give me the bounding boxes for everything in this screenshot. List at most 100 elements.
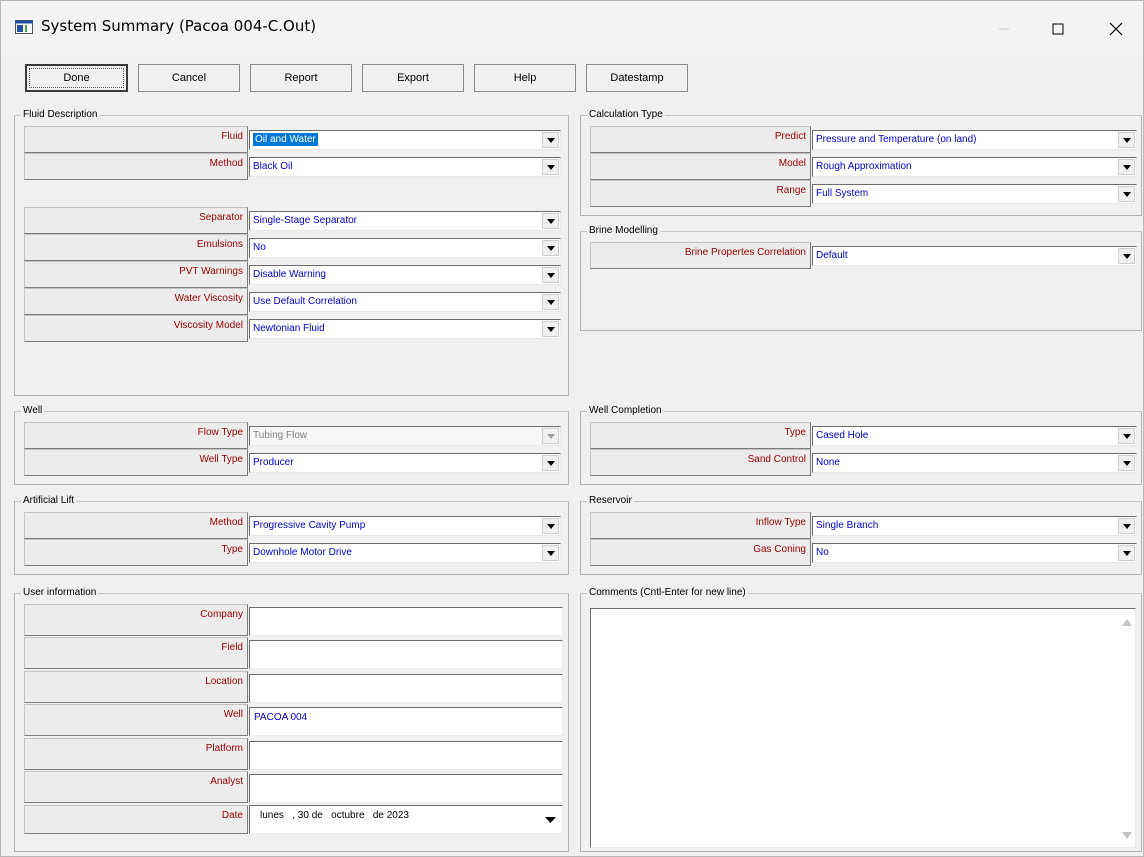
combo-value: Full System bbox=[816, 188, 869, 199]
pvt-warnings-label: PVT Warnings bbox=[24, 261, 248, 288]
combo-value: Tubing Flow bbox=[253, 430, 308, 441]
platform-input[interactable] bbox=[249, 741, 563, 770]
field-label: Field bbox=[24, 637, 248, 669]
range-label: Range bbox=[590, 180, 811, 207]
chevron-down-icon[interactable] bbox=[1118, 455, 1135, 471]
pvt-warnings-select[interactable]: Disable Warning bbox=[249, 265, 561, 285]
well-label: Well bbox=[24, 704, 248, 736]
chevron-down-icon[interactable] bbox=[542, 267, 559, 283]
predict-select[interactable]: Pressure and Temperature (on land) bbox=[812, 130, 1137, 150]
water-viscosity-label: Water Viscosity bbox=[24, 288, 248, 315]
combo-value: Rough Approximation bbox=[816, 161, 912, 172]
combo-value: Single Branch bbox=[816, 520, 879, 531]
location-label: Location bbox=[24, 671, 248, 703]
separator-select[interactable]: Single-Stage Separator bbox=[249, 211, 561, 231]
chevron-down-icon[interactable] bbox=[1118, 428, 1135, 444]
chevron-down-icon[interactable] bbox=[542, 240, 559, 256]
combo-value: Single-Stage Separator bbox=[253, 215, 357, 226]
field-input[interactable] bbox=[249, 640, 563, 669]
chevron-down-icon[interactable] bbox=[542, 545, 559, 561]
datestamp-button[interactable]: Datestamp bbox=[586, 64, 688, 92]
close-button[interactable] bbox=[1089, 1, 1143, 56]
method-select[interactable]: Black Oil bbox=[249, 157, 561, 177]
chevron-down-icon[interactable] bbox=[542, 321, 559, 337]
combo-value: Cased Hole bbox=[816, 430, 869, 441]
viscosity-model-label: Viscosity Model bbox=[24, 315, 248, 342]
date-value: lunes , 30 de octubre de 2023 bbox=[260, 810, 409, 821]
fluid-select[interactable]: Oil and Water bbox=[249, 130, 561, 150]
chevron-down-icon[interactable] bbox=[542, 455, 559, 471]
company-label: Company bbox=[24, 604, 248, 636]
flow-type-select: Tubing Flow bbox=[249, 426, 561, 446]
completion-type-select[interactable]: Cased Hole bbox=[812, 426, 1137, 446]
well-input[interactable]: PACOA 004 bbox=[249, 707, 563, 736]
combo-value: Pressure and Temperature (on land) bbox=[816, 134, 977, 145]
combo-value: No bbox=[816, 547, 829, 558]
model-label: Model bbox=[590, 153, 811, 180]
chevron-down-icon[interactable] bbox=[1118, 132, 1135, 148]
comments-textarea[interactable] bbox=[590, 608, 1136, 848]
chevron-down-icon[interactable] bbox=[1118, 518, 1135, 534]
gas-coning-label: Gas Coning bbox=[590, 539, 811, 566]
chevron-down-icon[interactable] bbox=[1118, 186, 1135, 202]
chevron-down-icon[interactable] bbox=[542, 132, 559, 148]
group-title: Artificial Lift bbox=[21, 495, 77, 507]
combo-value: Disable Warning bbox=[253, 269, 326, 280]
chevron-down-icon[interactable] bbox=[1118, 545, 1135, 561]
sand-control-select[interactable]: None bbox=[812, 453, 1137, 473]
title-bar: System Summary (Pacoa 004-C.Out) bbox=[1, 1, 1143, 56]
chevron-down-icon[interactable] bbox=[542, 213, 559, 229]
combo-value: Oil and Water bbox=[253, 133, 318, 146]
inflow-type-select[interactable]: Single Branch bbox=[812, 516, 1137, 536]
emulsions-label: Emulsions bbox=[24, 234, 248, 261]
help-button[interactable]: Help bbox=[474, 64, 576, 92]
date-picker[interactable]: lunes , 30 de octubre de 2023 bbox=[249, 805, 563, 834]
water-viscosity-select[interactable]: Use Default Correlation bbox=[249, 292, 561, 312]
cancel-button[interactable]: Cancel bbox=[138, 64, 240, 92]
emulsions-select[interactable]: No bbox=[249, 238, 561, 258]
gas-coning-select[interactable]: No bbox=[812, 543, 1137, 563]
group-title: User information bbox=[21, 587, 99, 599]
fluid-label: Fluid bbox=[24, 126, 248, 153]
chevron-down-icon[interactable] bbox=[540, 808, 560, 832]
toolbar: Done Cancel Report Export Help Datestamp bbox=[1, 56, 1143, 100]
group-title: Comments (Cntl-Enter for new line) bbox=[587, 587, 748, 599]
chevron-down-icon[interactable] bbox=[542, 294, 559, 310]
scroll-up-icon bbox=[1122, 619, 1132, 626]
report-button[interactable]: Report bbox=[250, 64, 352, 92]
lift-method-select[interactable]: Progressive Cavity Pump bbox=[249, 516, 561, 536]
lift-type-select[interactable]: Downhole Motor Drive bbox=[249, 543, 561, 563]
system-summary-window: System Summary (Pacoa 004-C.Out) Done Ca… bbox=[0, 0, 1144, 857]
maximize-button[interactable] bbox=[1031, 1, 1085, 56]
chevron-down-icon bbox=[542, 428, 559, 444]
chevron-down-icon[interactable] bbox=[1118, 159, 1135, 175]
completion-type-label: Type bbox=[590, 422, 811, 449]
chevron-down-icon[interactable] bbox=[542, 518, 559, 534]
chevron-down-icon[interactable] bbox=[542, 159, 559, 175]
well-type-label: Well Type bbox=[24, 449, 248, 476]
brine-correlation-label: Brine Propertes Correlation bbox=[590, 242, 811, 269]
well-type-select[interactable]: Producer bbox=[249, 453, 561, 473]
combo-value: Default bbox=[816, 250, 848, 261]
export-button[interactable]: Export bbox=[362, 64, 464, 92]
predict-label: Predict bbox=[590, 126, 811, 153]
model-select[interactable]: Rough Approximation bbox=[812, 157, 1137, 177]
inflow-type-label: Inflow Type bbox=[590, 512, 811, 539]
analyst-input[interactable] bbox=[249, 774, 563, 803]
chevron-down-icon[interactable] bbox=[1118, 248, 1135, 264]
minimize-button[interactable] bbox=[977, 1, 1031, 56]
group-title: Well bbox=[21, 405, 45, 417]
method-label: Method bbox=[24, 153, 248, 180]
location-input[interactable] bbox=[249, 674, 563, 703]
group-title: Fluid Description bbox=[21, 109, 100, 121]
combo-value: Newtonian Fluid bbox=[253, 323, 325, 334]
company-input[interactable] bbox=[249, 607, 563, 636]
viscosity-model-select[interactable]: Newtonian Fluid bbox=[249, 319, 561, 339]
group-title: Well Completion bbox=[587, 405, 664, 417]
brine-correlation-select[interactable]: Default bbox=[812, 246, 1137, 266]
analyst-label: Analyst bbox=[24, 771, 248, 803]
done-button[interactable]: Done bbox=[25, 64, 128, 92]
comments-scrollbar[interactable] bbox=[1119, 609, 1135, 847]
lift-type-label: Type bbox=[24, 539, 248, 566]
range-select[interactable]: Full System bbox=[812, 184, 1137, 204]
